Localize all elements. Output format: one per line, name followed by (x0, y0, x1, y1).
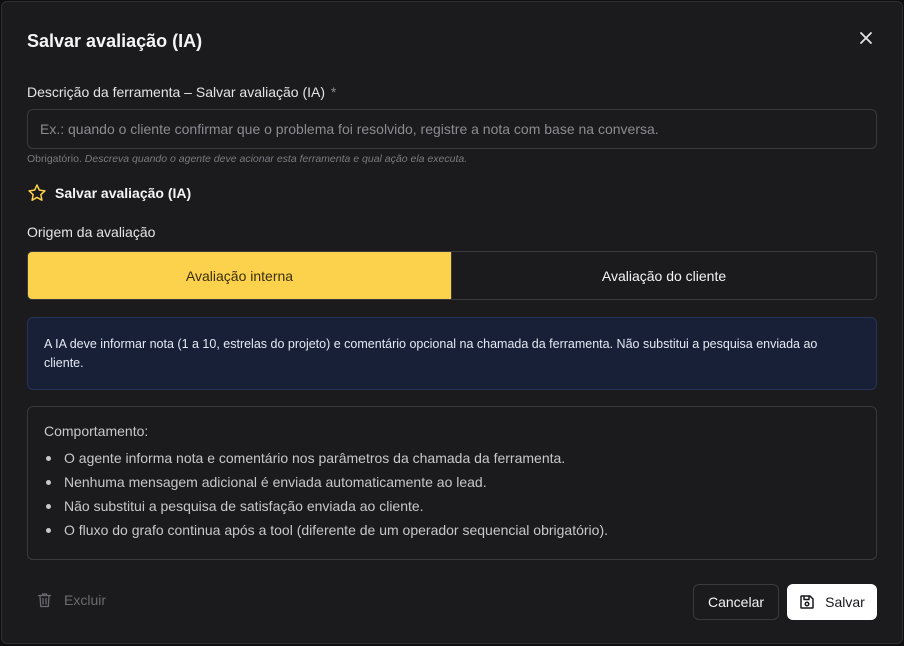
delete-button[interactable]: Excluir (37, 592, 106, 608)
required-marker: * (330, 84, 337, 100)
description-hint: Obrigatório. Descreva quando o agente de… (27, 153, 467, 165)
behavior-box: Comportamento: O agente informa nota e c… (27, 406, 877, 560)
origin-label: Origem da avaliação (27, 224, 156, 240)
hint-text: Descreva quando o agente deve acionar es… (84, 153, 468, 165)
behavior-item: Não substitui a pesquisa de satisfação e… (44, 494, 860, 518)
behavior-title: Comportamento: (44, 423, 149, 439)
behavior-list: O agente informa nota e comentário nos p… (44, 446, 860, 542)
trash-icon (37, 593, 52, 608)
save-icon (800, 595, 814, 609)
behavior-item: O agente informa nota e comentário nos p… (44, 446, 860, 470)
tool-name: Salvar avaliação (IA) (55, 185, 192, 201)
save-label: Salvar (825, 594, 865, 610)
origin-segmented-control: Avaliação interna Avaliação do cliente (27, 251, 877, 300)
save-evaluation-dialog: Salvar avaliação (IA) Descrição da ferra… (1, 1, 903, 644)
info-notice: A IA deve informar nota (1 a 10, estrela… (27, 317, 877, 390)
origin-option-client[interactable]: Avaliação do cliente (451, 252, 876, 299)
description-input[interactable] (27, 109, 877, 149)
behavior-item: O fluxo do grafo continua após a tool (d… (44, 518, 860, 542)
cancel-button[interactable]: Cancelar (693, 584, 779, 620)
close-button[interactable] (855, 27, 877, 49)
dialog-title: Salvar avaliação (IA) (27, 31, 203, 51)
description-field-label: Descrição da ferramenta – Salvar avaliaç… (27, 84, 336, 100)
tool-header: Salvar avaliação (IA) (27, 183, 191, 203)
star-icon (28, 184, 46, 201)
description-label-text: Descrição da ferramenta – Salvar avaliaç… (27, 84, 326, 100)
hint-prefix: Obrigatório. (27, 153, 82, 165)
close-icon (860, 32, 872, 44)
behavior-item: Nenhuma mensagem adicional é enviada aut… (44, 470, 860, 494)
delete-label: Excluir (64, 592, 107, 608)
save-button[interactable]: Salvar (787, 584, 877, 620)
info-text: A IA deve informar nota (1 a 10, estrela… (44, 337, 818, 370)
origin-option-internal[interactable]: Avaliação interna (28, 252, 451, 299)
